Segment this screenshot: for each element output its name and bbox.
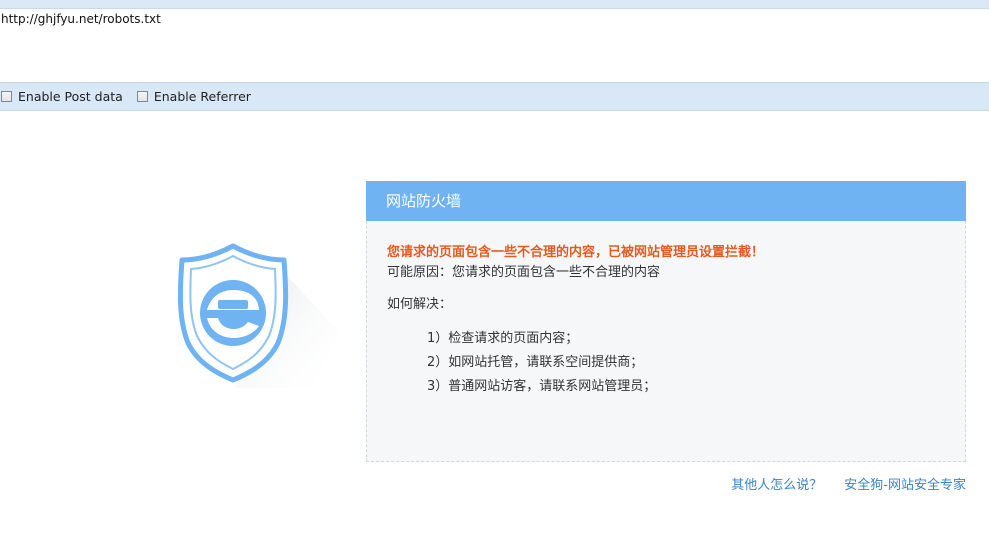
- footer-links: 其他人怎么说？ 安全狗-网站安全专家: [709, 474, 966, 493]
- url-textarea[interactable]: http://ghjfyu.net/robots.txt: [0, 9, 989, 82]
- top-toolbar-strip: [0, 0, 989, 9]
- others-say-link[interactable]: 其他人怎么说？: [731, 474, 822, 493]
- shield-logo-icon: [160, 238, 350, 388]
- enable-referrer-option[interactable]: Enable Referrer: [136, 89, 251, 104]
- options-bar: Enable Post data Enable Referrer: [0, 82, 989, 111]
- post-data-label: Enable Post data: [18, 89, 123, 104]
- resolve-step: 3）普通网站访客，请联系网站管理员；: [427, 379, 657, 394]
- resolve-step: 2）如网站托管，请联系空间提供商；: [427, 355, 644, 370]
- resolve-steps: 1）检查请求的页面内容； 2）如网站托管，请联系空间提供商； 3）普通网站访客，…: [387, 327, 965, 399]
- enable-post-data-option[interactable]: Enable Post data: [0, 89, 123, 104]
- panel-title: 网站防火墙: [366, 181, 966, 221]
- post-data-checkbox[interactable]: [1, 91, 12, 102]
- block-reason: 可能原因：您请求的页面包含一些不合理的内容: [387, 265, 661, 280]
- url-text: http://ghjfyu.net/robots.txt: [1, 12, 161, 26]
- referrer-checkbox[interactable]: [136, 91, 148, 102]
- how-to-resolve-title: 如何解决：: [387, 297, 453, 312]
- safedog-link[interactable]: 安全狗-网站安全专家: [844, 474, 966, 493]
- referrer-label: Enable Referrer: [153, 89, 251, 104]
- panel-body: 您请求的页面包含一些不合理的内容，已被网站管理员设置拦截！ 可能原因：您请求的页…: [367, 221, 965, 399]
- resolve-step: 1）检查请求的页面内容；: [427, 331, 579, 346]
- firewall-panel: 网站防火墙 您请求的页面包含一些不合理的内容，已被网站管理员设置拦截！ 可能原因…: [366, 181, 966, 462]
- block-warning: 您请求的页面包含一些不合理的内容，已被网站管理员设置拦截！: [387, 245, 765, 260]
